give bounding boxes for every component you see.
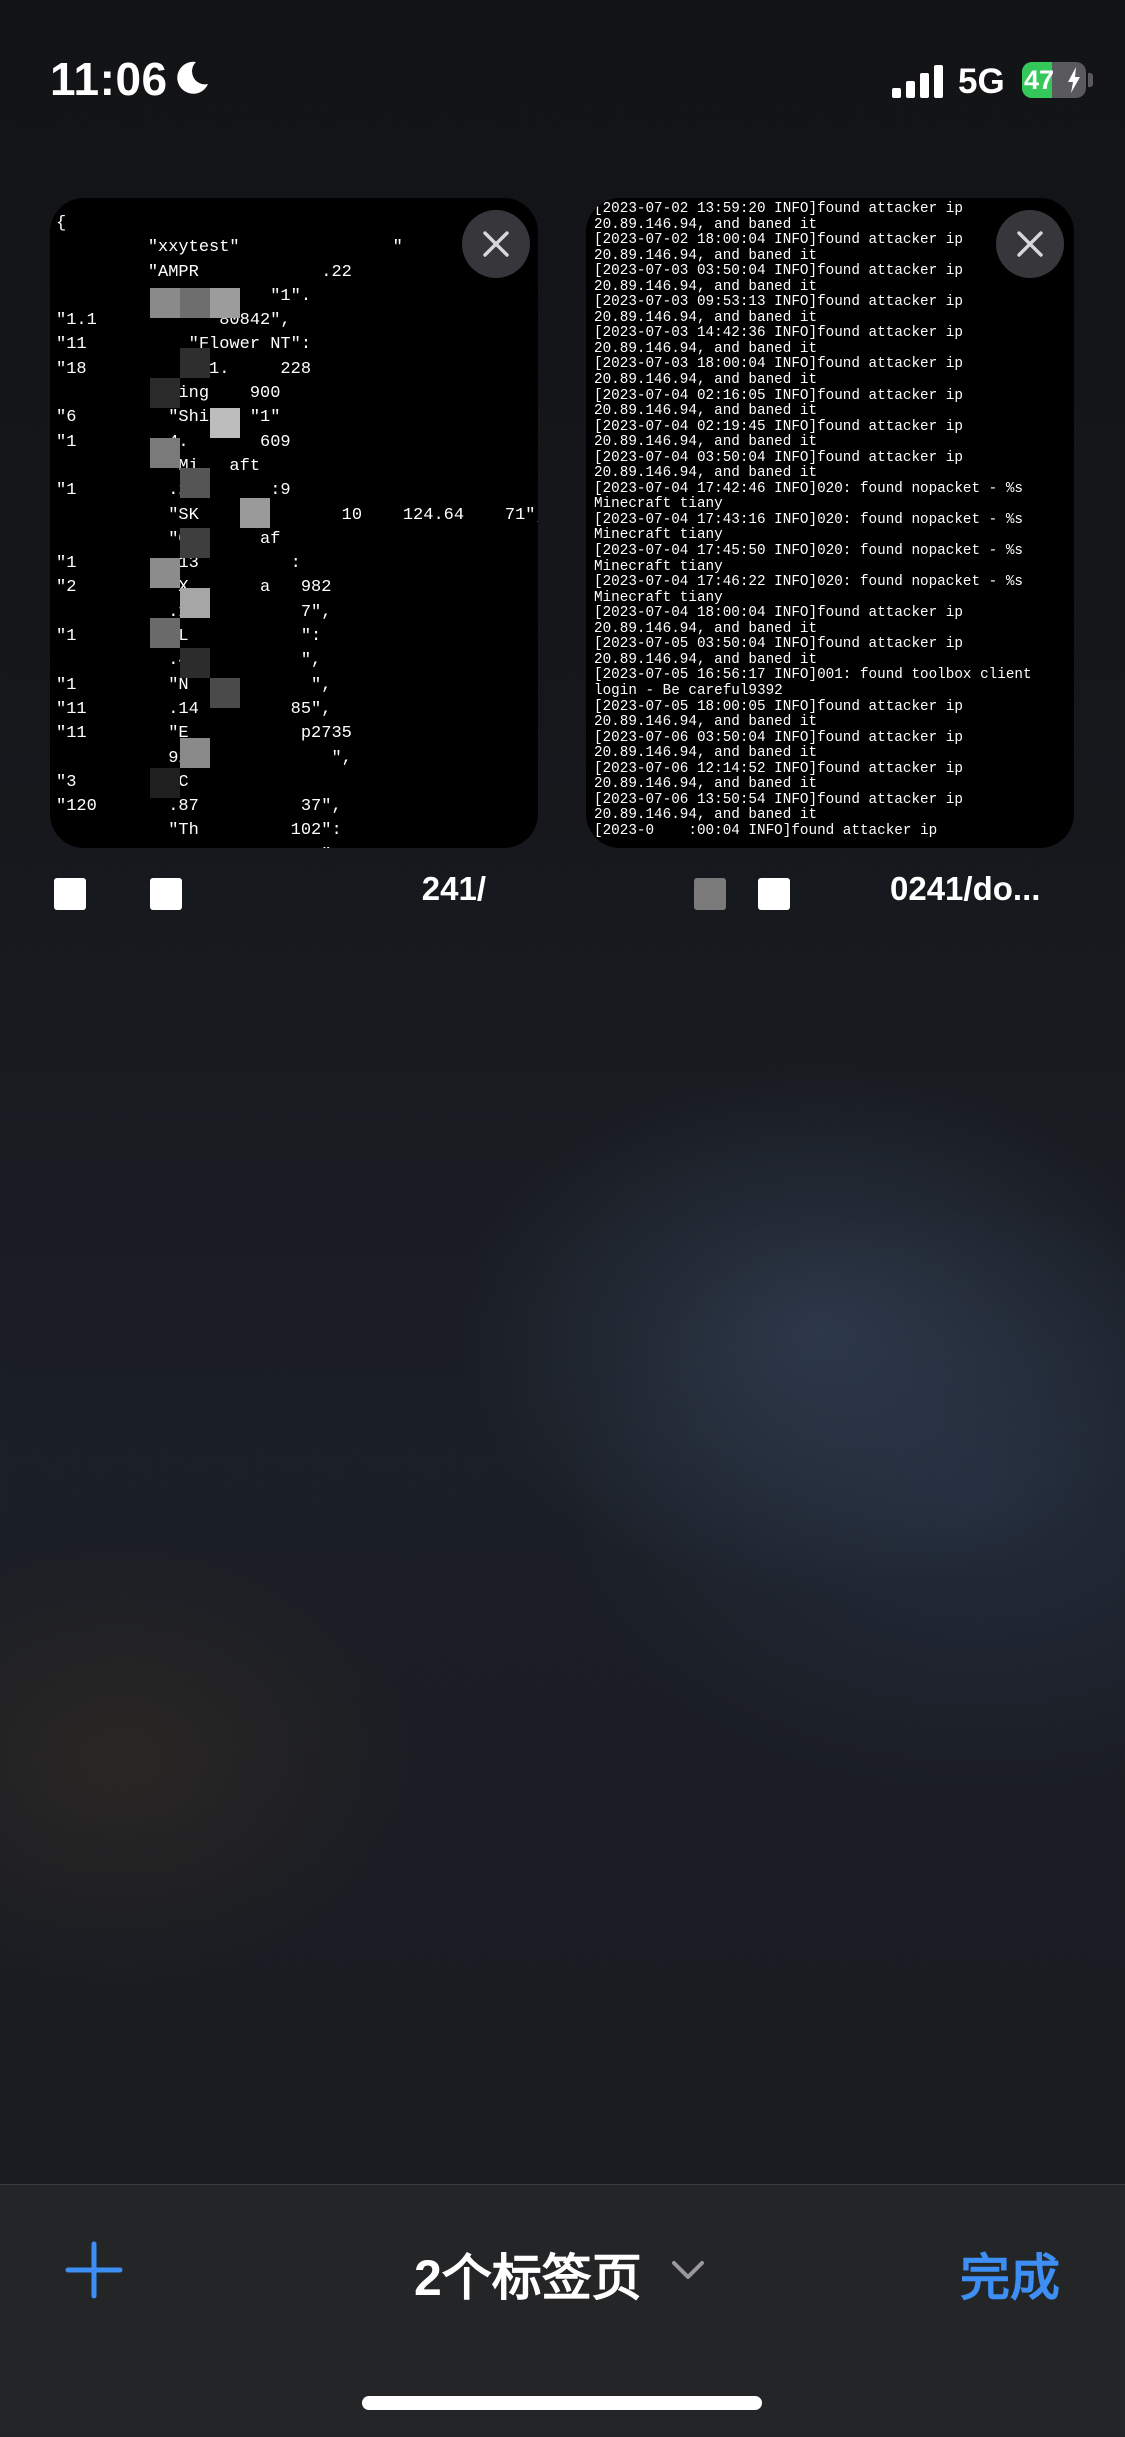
network-type: 5G <box>958 62 1005 101</box>
close-tab-1-button[interactable] <box>462 210 530 278</box>
tab-preview-content: [2023-07-02 13:59:20 INFO]found attacker… <box>594 201 1032 839</box>
close-icon <box>483 231 509 257</box>
tab-count-button[interactable]: 2个标签页 <box>414 2238 642 2310</box>
tab-2-favicon-secondary <box>758 878 790 910</box>
tab-1-favicon <box>54 878 86 910</box>
pixelated-area <box>150 268 270 828</box>
battery-percent: 47 <box>1024 65 1055 95</box>
status-time: 11:06 <box>50 53 168 105</box>
tab-1-title[interactable]: 241/ <box>376 870 486 920</box>
close-tab-2-button[interactable] <box>996 210 1064 278</box>
tab-2-title[interactable]: 0241/do... <box>890 870 1090 920</box>
done-button[interactable]: 完成 <box>960 2238 1060 2310</box>
plus-icon[interactable] <box>64 2240 124 2300</box>
tab-preview-content: { "xxytest" " "AMPR .22 "1". "1.1 80842"… <box>56 214 538 848</box>
home-indicator[interactable] <box>362 2396 762 2410</box>
battery-cap <box>1088 73 1093 87</box>
charging-bolt-icon <box>1068 67 1080 93</box>
chevron-down-icon[interactable] <box>670 2258 706 2282</box>
tab-1-favicon-secondary <box>150 878 182 910</box>
signal-strength-icon <box>892 64 944 98</box>
moon-icon <box>177 61 208 94</box>
tab-2-favicon <box>694 878 726 910</box>
battery-icon: 47 <box>1022 62 1086 98</box>
status-bar: 11:06 5G 47 <box>0 0 1125 150</box>
tab-card-2[interactable]: [2023-07-02 13:59:20 INFO]found attacker… <box>586 198 1074 848</box>
tab-card-1[interactable]: { "xxytest" " "AMPR .22 "1". "1.1 80842"… <box>50 198 538 848</box>
close-icon <box>1017 231 1043 257</box>
